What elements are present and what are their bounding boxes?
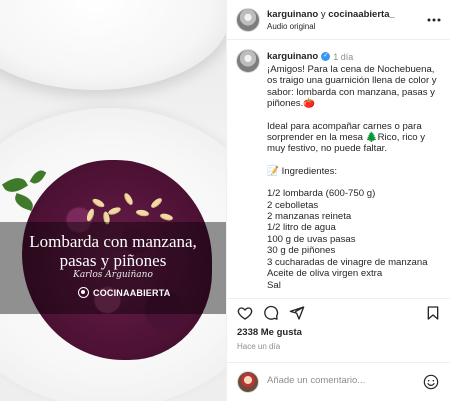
caption-line: 📝 Ingredientes: — [267, 165, 338, 177]
caption-meta: karguinano ✓ 1 día — [267, 51, 353, 62]
brand-mark: COCINAABIERTA — [78, 287, 170, 298]
caption-line: 2 cebolletas — [267, 199, 319, 211]
brand-text: COCINAABIERTA — [93, 287, 171, 298]
caption-line: 2 manzanas reineta — [267, 211, 352, 223]
emoji-icon[interactable] — [423, 374, 439, 390]
share-icon[interactable] — [289, 305, 305, 321]
bookmark-icon[interactable] — [425, 305, 441, 321]
post-image[interactable]: Lombarda con manzana, pasas y piñones Ka… — [0, 0, 226, 401]
caption-line: 1/2 lombarda (600-750 g) — [267, 188, 376, 200]
avatar — [237, 371, 259, 393]
caption-line: ¡Amigos! Para la cena de Nochebuena, os … — [267, 64, 437, 110]
chef-signature: Karlos Arguiñano — [73, 270, 153, 280]
caption-line: 30 g de piñones — [267, 245, 336, 257]
like-count[interactable]: 2338 Me gusta — [237, 327, 302, 338]
avatar[interactable] — [236, 49, 260, 73]
audio-link[interactable]: Audio original — [267, 22, 315, 31]
comment-input[interactable] — [267, 375, 407, 386]
caption-username[interactable]: karguinano — [267, 51, 318, 62]
more-icon[interactable] — [427, 13, 441, 23]
caption-line: 100 g de uvas pasas — [267, 233, 356, 245]
caption-line: Aceite de oliva virgen extra — [267, 268, 383, 280]
post-authors: karguinano y cocinaabierta_ — [267, 9, 395, 20]
caption-text: ¡Amigos! Para la cena de Nochebuena, os … — [267, 64, 445, 291]
recipe-title: Lombarda con manzana, pasas y piñones — [0, 232, 226, 270]
collab-username[interactable]: cocinaabierta_ — [328, 9, 395, 20]
cocinaabierta-logo-icon — [78, 287, 89, 298]
comment-composer — [227, 362, 450, 401]
caption-line: Ideal para acompañar carnes o para sorpr… — [267, 120, 426, 155]
post-timestamp[interactable]: Hace un día — [237, 342, 280, 351]
author-username[interactable]: karguinano — [267, 9, 318, 20]
action-bar — [227, 298, 450, 324]
author-connector: y — [318, 9, 329, 20]
top-plate — [0, 0, 226, 90]
caption-line: Sal — [267, 279, 281, 291]
caption-line: 3 cucharadas de vinagre de manzana — [267, 256, 428, 268]
avatar[interactable] — [236, 8, 260, 32]
post-header: karguinano y cocinaabierta_ Audio origin… — [227, 0, 450, 40]
caption: karguinano ✓ 1 día ¡Amigos! Para la cena… — [227, 41, 450, 295]
comment-icon[interactable] — [263, 305, 279, 321]
post-side-panel: karguinano y cocinaabierta_ Audio origin… — [226, 0, 450, 401]
verified-icon: ✓ — [321, 52, 331, 61]
heart-icon[interactable] — [237, 305, 253, 321]
caption-time[interactable]: 1 día — [333, 52, 353, 62]
caption-line: 1/2 litro de agua — [267, 222, 336, 234]
recipe-title-line: Lombarda con manzana, — [29, 232, 197, 251]
recipe-title-line: pasas y piñones — [59, 251, 167, 270]
